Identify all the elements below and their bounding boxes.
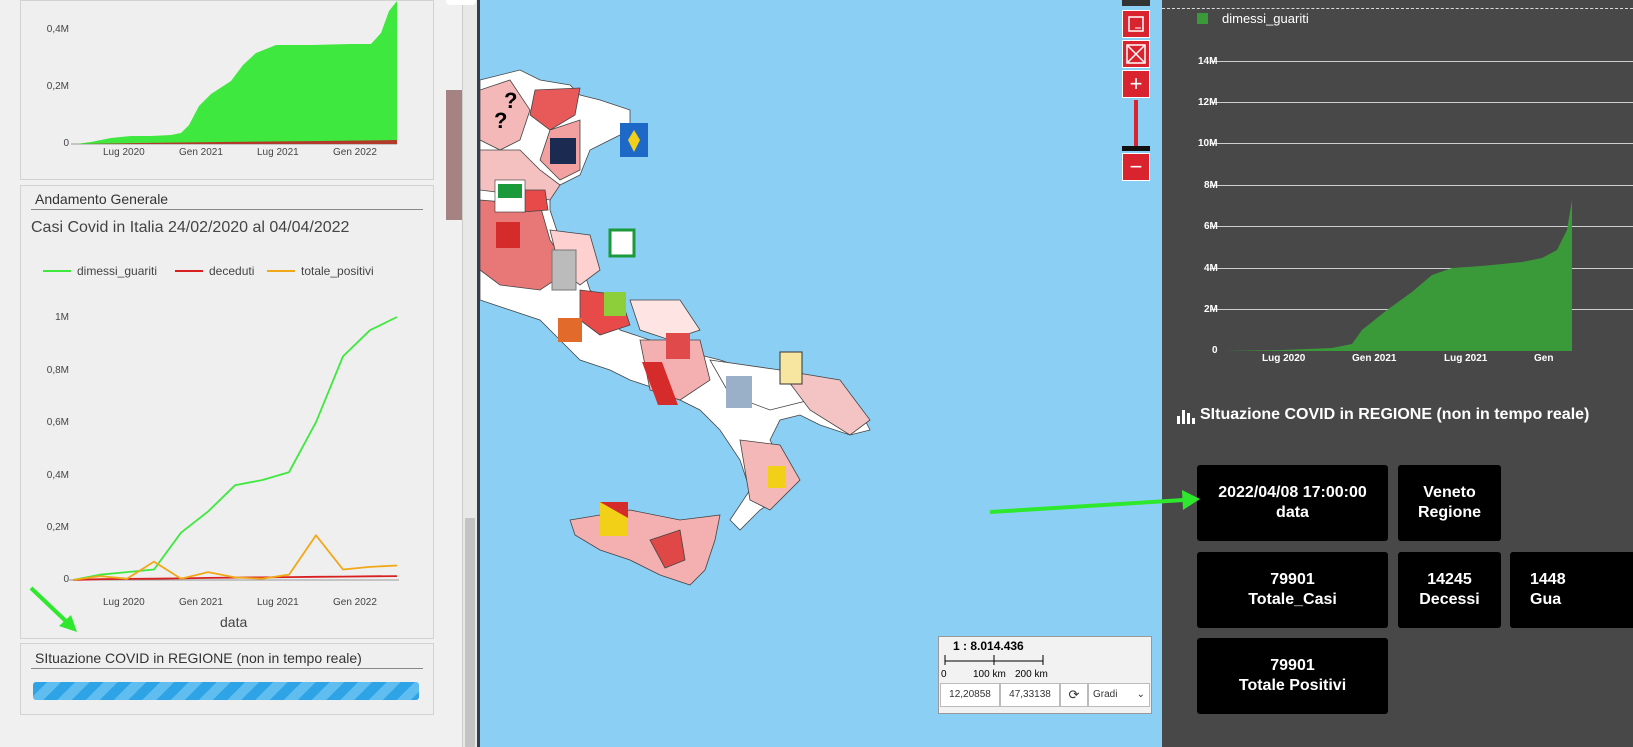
- tile-total-positives-value: 79901: [1270, 657, 1315, 674]
- tile-deaths-value: 14245: [1427, 571, 1472, 588]
- top-ytick-0: 0: [63, 138, 69, 149]
- zoom-out-button[interactable]: −: [1122, 153, 1150, 181]
- coord-y-field[interactable]: 47,33138: [1000, 683, 1060, 707]
- tile-recovered-partial: 1448 Gua: [1510, 552, 1633, 628]
- units-select-value: Gradi: [1093, 689, 1118, 700]
- scale-bar: [944, 655, 1044, 665]
- right-recovered-area: [1224, 200, 1572, 351]
- tile-date: 2022/04/08 17:00:00 data: [1197, 465, 1388, 541]
- region-card-divider: [31, 668, 423, 669]
- scale-tick-200: 200 km: [1015, 669, 1048, 680]
- region-section-title: SItuazione COVID in REGIONE (non in temp…: [1200, 406, 1590, 423]
- map-control-top[interactable]: [1122, 0, 1150, 6]
- zoom-box-icon: [1128, 16, 1144, 32]
- right-area-chart: [1224, 200, 1572, 351]
- tile-region-label: Regione: [1417, 504, 1482, 521]
- coord-x-field[interactable]: 12,20858: [940, 683, 1000, 707]
- puglia-coat-icon: [779, 351, 803, 385]
- zoom-box-button[interactable]: [1122, 10, 1150, 38]
- top-xtick-lug2021: Lug 2021: [257, 147, 299, 158]
- zoom-slider-handle[interactable]: [1122, 146, 1150, 151]
- loading-progress-bar: [33, 682, 419, 700]
- region-status-card: SItuazione COVID in REGIONE (non in temp…: [20, 643, 434, 715]
- main-xtick-gen2022: Gen 2022: [333, 597, 377, 608]
- lazio-coat-icon: [558, 318, 582, 342]
- x-axis-label: data: [220, 614, 248, 630]
- scale-tick-0: 0: [941, 669, 947, 680]
- annotation-arrow-left: [29, 586, 77, 632]
- abruzzo-coat-icon: [608, 228, 636, 258]
- scrollbar-thumb[interactable]: [465, 518, 475, 747]
- italy-regions-map[interactable]: [480, 0, 1162, 747]
- annotation-arrow-right: [989, 490, 1200, 514]
- right-region-panel: dimessi_guariti 14M 12M 10M 8M 6M 4M 2M …: [1162, 0, 1633, 747]
- right-xtick-gen: Gen: [1534, 353, 1554, 364]
- toscana-coat-icon: [496, 222, 520, 248]
- right-xtick-gen2021: Gen 2021: [1352, 353, 1397, 364]
- left-dashboard-panel: 0,4M 0,2M 0 Lug 2020 Gen 2021 Lug 2021 G…: [0, 0, 480, 747]
- unknown-region-marker-2[interactable]: ?: [494, 108, 507, 134]
- chevron-down-icon: ⌄: [1136, 689, 1145, 700]
- top-xtick-lug2020: Lug 2020: [103, 147, 145, 158]
- refresh-icon: ⟳: [1068, 687, 1080, 702]
- tile-region: Veneto Regione: [1398, 465, 1501, 541]
- general-line-chart: [69, 316, 399, 581]
- left-panel-scrollbar[interactable]: [462, 0, 477, 747]
- top-chart-card: 0,4M 0,2M 0 Lug 2020 Gen 2021 Lug 2021 G…: [20, 0, 434, 180]
- tile-region-value: Veneto: [1423, 484, 1476, 501]
- zoom-extent-button[interactable]: [1122, 40, 1150, 68]
- tile-recovered-label: Gua: [1530, 591, 1562, 608]
- tile-total-cases: 79901 Totale_Casi: [1197, 552, 1388, 628]
- tile-total-cases-value: 79901: [1270, 571, 1315, 588]
- main-xtick-lug2021: Lug 2021: [257, 597, 299, 608]
- tile-total-cases-label: Totale_Casi: [1248, 591, 1337, 608]
- series-line-recovered: [72, 316, 398, 581]
- basilicata-coat-icon: [726, 376, 752, 408]
- top-recovered-area: [76, 1, 397, 144]
- region-sicilia[interactable]: [569, 509, 721, 586]
- refresh-coords-button[interactable]: ⟳: [1060, 683, 1088, 707]
- tile-recovered-value: 1448: [1530, 571, 1566, 588]
- right-xtick-lug2020: Lug 2020: [1262, 353, 1306, 364]
- molise-coat-icon: [604, 292, 626, 316]
- main-xtick-lug2020: Lug 2020: [103, 597, 145, 608]
- calabria-coat-icon: [768, 466, 786, 488]
- campania-coat-icon: [666, 333, 690, 359]
- tile-total-positives-label: Totale Positivi: [1238, 677, 1347, 694]
- units-select[interactable]: Gradi ⌄: [1088, 683, 1150, 707]
- tile-date-label: data: [1276, 504, 1309, 521]
- panel-corner-button[interactable]: [446, 0, 476, 5]
- general-trend-card: Andamento Generale Casi Covid in Italia …: [20, 185, 434, 639]
- top-xtick-gen2022: Gen 2022: [333, 147, 377, 158]
- map-view[interactable]: ? ?: [480, 0, 1162, 747]
- region-card-title: SItuazione COVID in REGIONE (non in temp…: [35, 650, 362, 666]
- zoom-slider-track[interactable]: [1134, 100, 1138, 150]
- emilia-coat-icon-green: [498, 184, 522, 198]
- main-xtick-gen2021: Gen 2021: [179, 597, 223, 608]
- marche-coat-icon: [551, 249, 577, 291]
- map-peek-edge: [446, 90, 462, 220]
- expand-arrows-icon: [1126, 44, 1146, 64]
- tile-deaths-label: Decessi: [1419, 591, 1480, 608]
- zoom-in-button[interactable]: +: [1122, 70, 1150, 98]
- tile-deaths: 14245 Decessi: [1398, 552, 1501, 628]
- right-xtick-lug2021: Lug 2021: [1444, 353, 1488, 364]
- scale-tick-100: 100 km: [973, 669, 1006, 680]
- veneto-coat-icon: [550, 138, 576, 164]
- top-ytick-02m: 0,2M: [46, 81, 69, 92]
- tile-total-positives: 79901 Totale Positivi: [1197, 638, 1388, 714]
- top-xtick-gen2021: Gen 2021: [179, 147, 223, 158]
- bar-chart-icon: [1177, 410, 1195, 424]
- top-ytick-04m: 0,4M: [46, 24, 69, 35]
- tile-date-value: 2022/04/08 17:00:00: [1218, 484, 1367, 501]
